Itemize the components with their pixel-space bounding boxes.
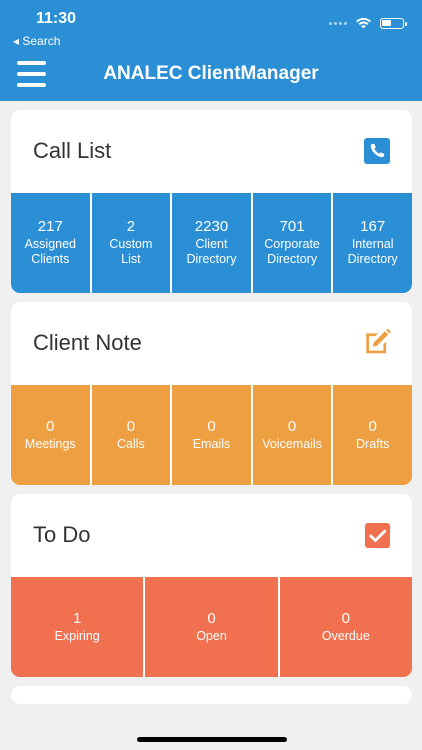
todo-tiles: 1 Expiring 0 Open 0 Overdue [11,577,412,677]
tile-label: Drafts [356,436,390,451]
voicemails-tile[interactable]: 0 Voicemails [250,385,332,485]
call-list-header[interactable]: Call List [11,110,412,193]
status-icons [329,17,407,29]
signal-icon [329,21,347,25]
corporate-directory-tile[interactable]: 701 Corporate Directory [250,193,332,293]
tile-count: 0 [46,417,55,435]
edit-note-icon[interactable] [362,327,392,357]
tile-label: Expiring [54,628,100,643]
tile-label: Meetings [24,436,76,451]
tile-label: Open [196,628,227,643]
checkbox-checked-icon[interactable] [365,523,390,548]
client-directory-tile[interactable]: 2230 Client Directory [170,193,251,293]
tile-count: 2230 [194,218,229,235]
tile-count: 0 [207,417,216,435]
top-bar: 11:30 ◂ Search ANALEC ClientManager [0,0,422,101]
phone-icon[interactable] [364,138,390,164]
tile-label: Client Directory [186,237,237,266]
home-indicator[interactable] [137,737,287,742]
todo-card: To Do 1 Expiring 0 Open 0 Overdue [11,494,412,677]
call-list-tiles: 217 Assigned Clients 2 Custom List 2230 … [11,193,412,293]
todo-header[interactable]: To Do [11,494,412,577]
tile-count: 0 [287,417,297,435]
tile-label: Internal Directory [347,237,398,266]
drafts-tile[interactable]: 0 Drafts [331,385,412,485]
overdue-tile[interactable]: 0 Overdue [277,577,412,677]
back-to-search-link[interactable]: ◂ Search [13,34,60,48]
internal-directory-tile[interactable]: 167 Internal Directory [331,193,412,293]
client-note-header[interactable]: Client Note [11,302,412,385]
tile-label: Voicemails [262,436,322,451]
tile-label: Calls [116,436,145,451]
tile-label: Emails [192,436,231,451]
tile-count: 217 [37,218,63,235]
tile-count: 2 [126,218,136,235]
tile-label: Custom List [109,237,153,266]
call-list-title: Call List [33,138,112,163]
assigned-clients-tile[interactable]: 217 Assigned Clients [11,193,90,293]
todo-title: To Do [33,522,91,547]
open-tile[interactable]: 0 Open [143,577,278,677]
tile-label: Assigned Clients [24,237,77,266]
meetings-tile[interactable]: 0 Meetings [11,385,90,485]
tile-count: 167 [360,218,386,235]
client-note-card: Client Note 0 Meetings 0 Calls 0 Emails … [11,302,412,485]
tile-count: 0 [341,609,350,627]
client-note-tiles: 0 Meetings 0 Calls 0 Emails 0 Voicemails… [11,385,412,485]
tile-label: Overdue [321,628,370,643]
emails-tile[interactable]: 0 Emails [170,385,251,485]
tile-count: 1 [72,609,82,627]
client-note-title: Client Note [33,330,142,355]
call-list-card: Call List 217 Assigned Clients 2 Custom … [11,110,412,293]
tile-count: 701 [279,218,305,235]
tile-label: Corporate Directory [264,237,320,266]
expiring-tile[interactable]: 1 Expiring [11,577,144,677]
app-title: ANALEC ClientManager [103,63,319,84]
status-time: 11:30 [36,10,77,27]
next-card-partial [11,686,412,704]
wifi-icon [356,17,371,29]
battery-icon [380,17,407,29]
tile-count: 0 [207,609,216,627]
custom-list-tile[interactable]: 2 Custom List [89,193,171,293]
tile-count: 0 [126,417,136,435]
calls-tile[interactable]: 0 Calls [89,385,171,485]
tile-count: 0 [368,417,377,435]
